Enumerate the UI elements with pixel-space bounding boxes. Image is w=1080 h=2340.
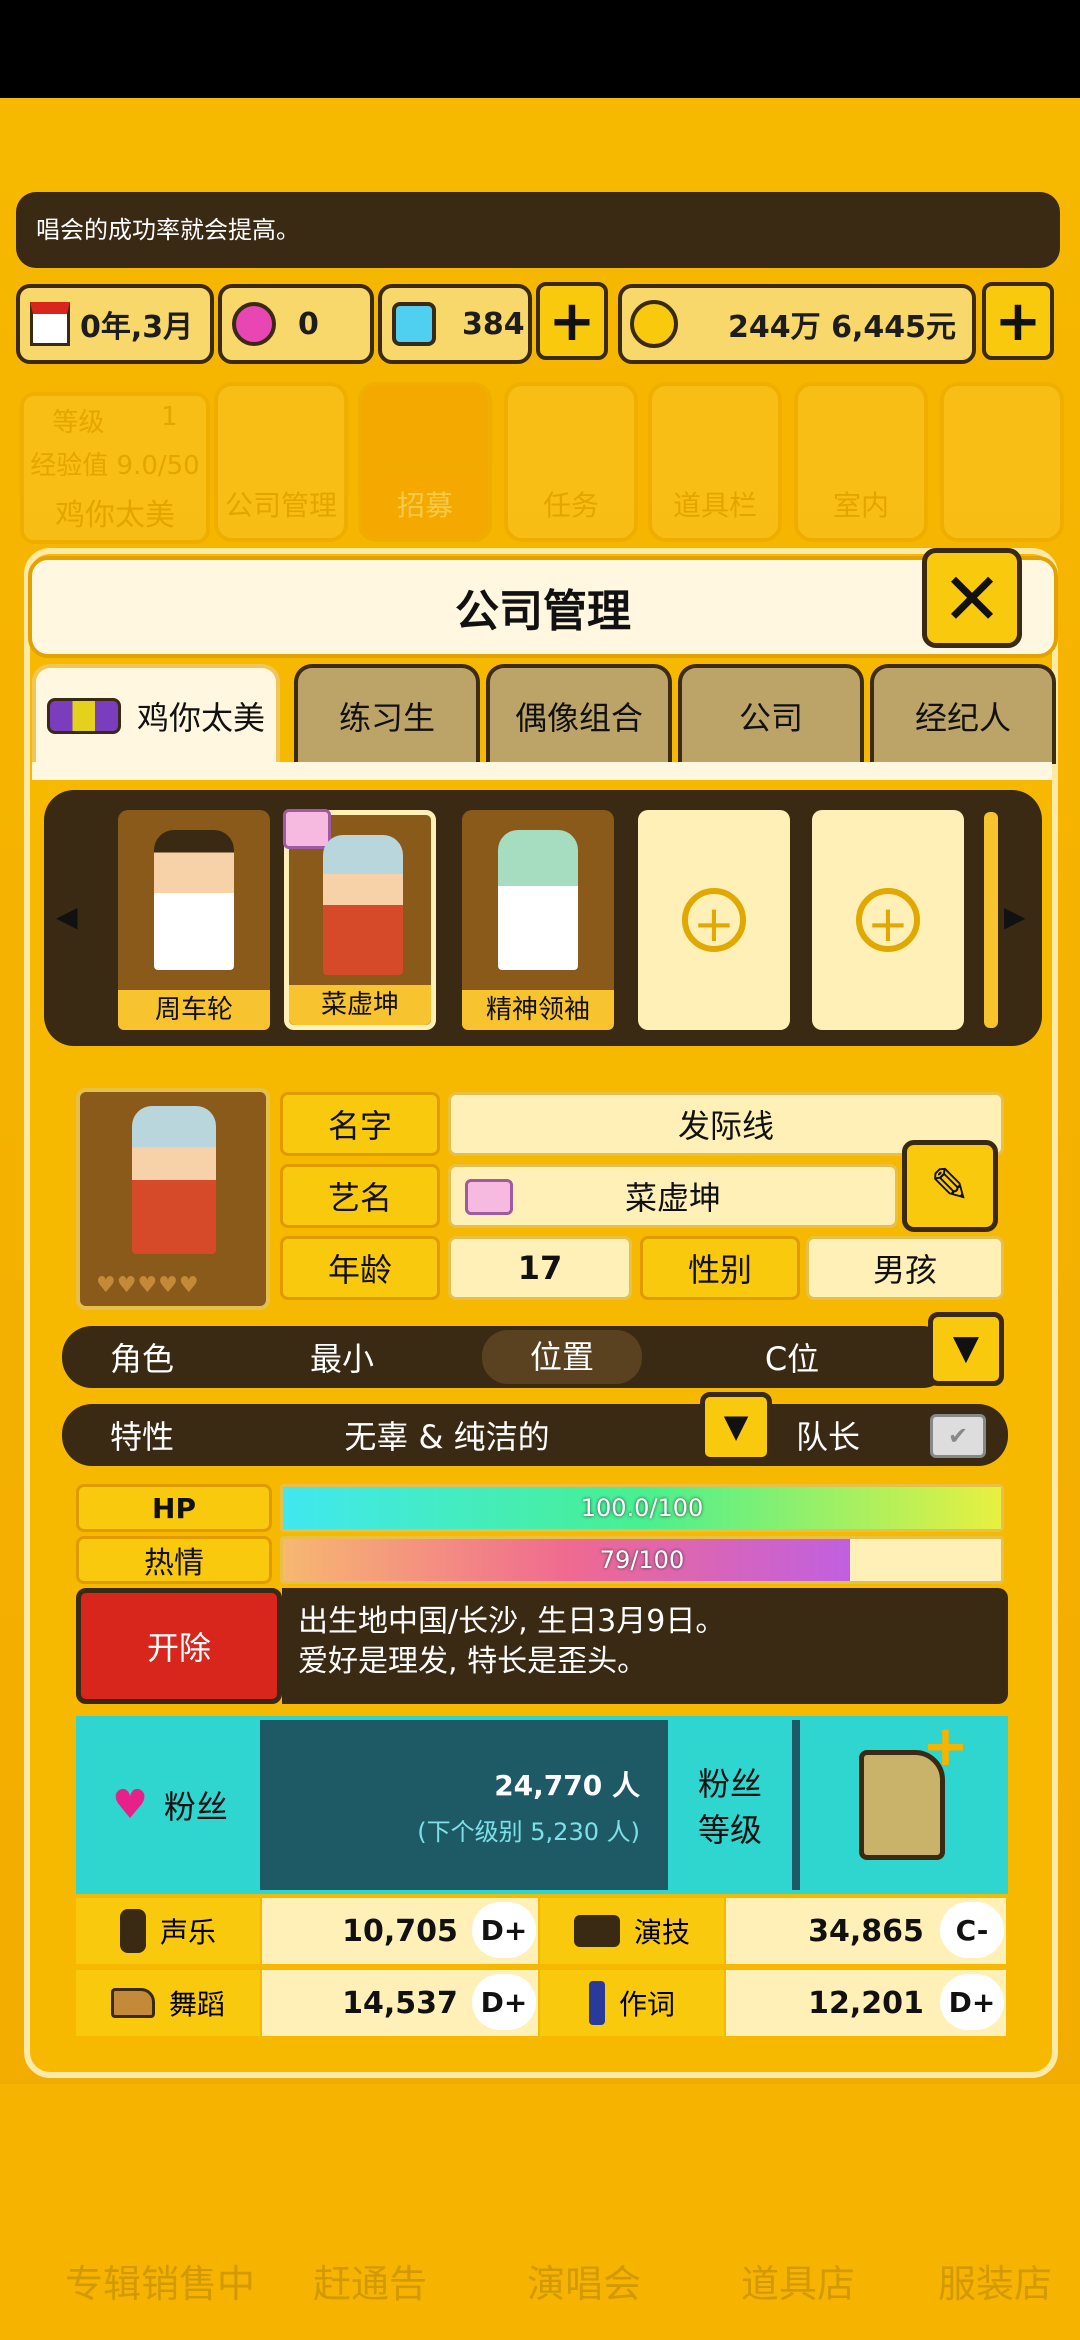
leader-checkbox[interactable]: ✔ — [930, 1414, 986, 1458]
tab-manager[interactable]: 经纪人 — [870, 664, 1056, 764]
trait-bar: 特性 无辜 & 纯洁的 队长 — [62, 1404, 1008, 1466]
nav-clothing-shop[interactable]: 服装店 — [910, 2100, 1080, 2320]
pen-icon — [588, 1981, 605, 2025]
date-display: 0年,3月 — [16, 284, 214, 364]
passion-label: 热情 — [76, 1536, 272, 1584]
member-sprite — [132, 1106, 216, 1254]
skill-vocal-label: 声乐 — [76, 1898, 260, 1964]
skill-lyrics-label: 作词 — [540, 1970, 724, 2036]
passion-bar: 79/100 — [280, 1536, 1004, 1584]
checkmark-icon: ✔ — [947, 1422, 969, 1450]
name-label: 名字 — [280, 1092, 440, 1156]
company-level-card: 等级 1 经验值 9.0/50 鸡你太美 — [20, 392, 210, 544]
bg-menu-company: 公司管理 — [214, 382, 348, 542]
fan-level-label: 粉丝 等级 — [668, 1720, 792, 1890]
position-dropdown-button[interactable]: ▼ — [928, 1312, 1004, 1386]
nav-concert[interactable]: 演唱会 — [484, 2100, 684, 2320]
money-display: 244万 6,445元 — [618, 284, 976, 364]
stage-name-value: 菜虚坤 — [448, 1164, 898, 1228]
pink-gem-display: 0 — [218, 284, 374, 364]
skills-grid: 声乐 10,705 D+ 演技 34,865 C- 舞蹈 14,537 D+ 作… — [76, 1898, 1008, 2070]
add-member-icon: + — [856, 888, 920, 953]
fans-label-cell: ♥ 粉丝 — [80, 1720, 260, 1890]
panel-title: 公司管理 — [28, 556, 1058, 658]
nav-item-shop[interactable]: 道具店 — [698, 2100, 898, 2320]
add-member-icon: + — [682, 888, 746, 953]
fans-count: 24,770 人 — [494, 1769, 640, 1802]
add-money-button[interactable]: + — [982, 282, 1054, 360]
fan-level-badge[interactable]: + — [800, 1719, 1004, 1890]
hint-message: 唱会的成功率就会提高。 — [16, 192, 1060, 268]
skill-acting-grade: C- — [940, 1902, 1004, 1958]
crown-icon — [465, 1179, 513, 1215]
scroll-left-arrow[interactable]: ◀ — [56, 900, 78, 933]
camera-icon — [573, 1915, 620, 1947]
fire-button[interactable]: 开除 — [76, 1588, 282, 1704]
age-label: 年龄 — [280, 1236, 440, 1300]
trait-dropdown-button[interactable]: ▼ — [700, 1392, 772, 1462]
microphone-icon — [119, 1909, 146, 1953]
tab-underline — [32, 762, 1052, 780]
empty-member-slot[interactable]: + — [638, 810, 790, 1030]
tab-group[interactable]: 鸡你太美 — [32, 664, 280, 764]
blue-gem-display: 384 — [378, 284, 532, 364]
pencil-icon: ✎ — [929, 1158, 971, 1214]
empty-member-slot[interactable]: + — [812, 810, 964, 1030]
nav-album-sales[interactable]: 专辑销售中 — [60, 2100, 260, 2320]
member-slot[interactable]: 周车轮 — [118, 810, 270, 1030]
member-sprite — [498, 830, 578, 970]
scroll-right-arrow[interactable]: ▶ — [1004, 900, 1026, 933]
member-sprite — [154, 830, 234, 970]
skill-vocal-grade: D+ — [472, 1902, 536, 1958]
bg-menu-tasks: 任务 — [504, 382, 638, 542]
skill-dance-grade: D+ — [472, 1974, 536, 2030]
tab-trainees[interactable]: 练习生 — [294, 664, 480, 764]
tab-idol-group[interactable]: 偶像组合 — [486, 664, 672, 764]
group-icon — [46, 698, 121, 734]
member-bio: 出生地中国/长沙, 生日3月9日。 爱好是理发, 特长是歪头。 — [282, 1588, 1008, 1704]
skill-dance-label: 舞蹈 — [76, 1970, 260, 2036]
stage-name-label: 艺名 — [280, 1164, 440, 1228]
age-value: 17 — [448, 1236, 632, 1300]
member-slot[interactable]: 精神领袖 — [462, 810, 614, 1030]
member-slot-selected[interactable]: 菜虚坤 — [283, 809, 436, 1030]
gender-value: 男孩 — [806, 1236, 1004, 1300]
hp-bar: 100.0/100 — [280, 1484, 1004, 1532]
bg-menu-extra — [940, 382, 1064, 542]
coin-icon — [630, 300, 678, 348]
blue-gem-icon — [392, 302, 436, 346]
tab-company[interactable]: 公司 — [678, 664, 864, 764]
skill-acting-label: 演技 — [540, 1898, 724, 1964]
fan-level-icon: + — [859, 1719, 969, 1860]
slot-edge — [984, 812, 998, 1028]
close-button[interactable]: ✕ — [922, 548, 1022, 648]
member-sprite — [323, 835, 403, 975]
gender-label: 性别 — [640, 1236, 800, 1300]
calendar-icon — [30, 302, 70, 346]
edit-name-button[interactable]: ✎ — [902, 1140, 998, 1232]
member-portrait: ♥♥♥♥♥ — [76, 1088, 270, 1310]
chevron-down-icon: ▼ — [952, 1328, 980, 1368]
skill-lyrics-grade: D+ — [940, 1974, 1004, 2030]
bg-menu-items: 道具栏 — [648, 382, 782, 542]
fans-next-level: (下个级别 5,230 人) — [417, 1818, 640, 1846]
crown-icon — [283, 809, 331, 849]
status-bar — [0, 0, 1080, 98]
role-position-bar: 角色 最小 位置 C位 — [62, 1326, 952, 1388]
hp-label: HP — [76, 1484, 272, 1532]
nav-schedule[interactable]: 赶通告 — [270, 2100, 470, 2320]
pink-gem-icon — [232, 302, 276, 346]
bg-menu-interior: 室内 — [794, 382, 928, 542]
bg-menu-recruit: 招募 — [358, 382, 492, 542]
heart-icon: ♥ — [112, 1782, 148, 1828]
shoe-icon — [110, 1988, 155, 2018]
chevron-down-icon: ▼ — [723, 1407, 749, 1445]
add-gem-button[interactable]: + — [536, 282, 608, 360]
hearts-icon: ♥♥♥♥♥ — [96, 1273, 200, 1298]
